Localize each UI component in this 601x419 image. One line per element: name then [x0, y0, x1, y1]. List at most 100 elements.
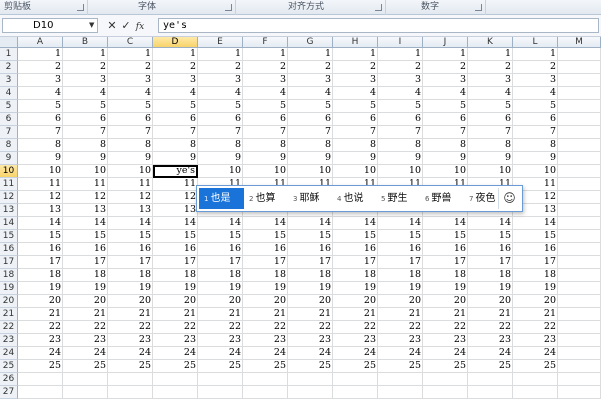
- cell-d17[interactable]: 17: [153, 256, 198, 269]
- cell-h17[interactable]: 17: [333, 256, 378, 269]
- cell-e26[interactable]: [198, 373, 243, 386]
- cell-c4[interactable]: 4: [108, 87, 153, 100]
- row-header-10[interactable]: 10: [0, 165, 18, 178]
- ime-candidate-4[interactable]: 4 也说: [332, 188, 376, 209]
- cell-m22[interactable]: [558, 321, 601, 334]
- cell-g4[interactable]: 4: [288, 87, 333, 100]
- cell-b9[interactable]: 9: [63, 152, 108, 165]
- row-header-26[interactable]: 26: [0, 373, 18, 386]
- cell-d2[interactable]: 2: [153, 61, 198, 74]
- cell-g18[interactable]: 18: [288, 269, 333, 282]
- cell-a4[interactable]: 4: [18, 87, 63, 100]
- cell-i4[interactable]: 4: [378, 87, 423, 100]
- cell-k18[interactable]: 18: [468, 269, 513, 282]
- cell-g25[interactable]: 25: [288, 360, 333, 373]
- row-header-6[interactable]: 6: [0, 113, 18, 126]
- cell-i23[interactable]: 23: [378, 334, 423, 347]
- cell-f16[interactable]: 16: [243, 243, 288, 256]
- dialog-launcher-icon[interactable]: [77, 4, 84, 11]
- cell-b3[interactable]: 3: [63, 74, 108, 87]
- row-header-25[interactable]: 25: [0, 360, 18, 373]
- cell-m19[interactable]: [558, 282, 601, 295]
- cell-f8[interactable]: 8: [243, 139, 288, 152]
- row-header-1[interactable]: 1: [0, 48, 18, 61]
- cell-m14[interactable]: [558, 217, 601, 230]
- ime-candidate-7[interactable]: 7 夜色: [464, 188, 498, 209]
- cell-e9[interactable]: 9: [198, 152, 243, 165]
- cell-h26[interactable]: [333, 373, 378, 386]
- cell-m11[interactable]: [558, 178, 601, 191]
- cell-h4[interactable]: 4: [333, 87, 378, 100]
- cell-c27[interactable]: [108, 386, 153, 399]
- cell-f5[interactable]: 5: [243, 100, 288, 113]
- cell-f4[interactable]: 4: [243, 87, 288, 100]
- cell-i14[interactable]: 14: [378, 217, 423, 230]
- cell-l27[interactable]: [513, 386, 558, 399]
- cell-i9[interactable]: 9: [378, 152, 423, 165]
- cell-e5[interactable]: 5: [198, 100, 243, 113]
- cell-b5[interactable]: 5: [63, 100, 108, 113]
- cell-f24[interactable]: 24: [243, 347, 288, 360]
- cell-l2[interactable]: 2: [513, 61, 558, 74]
- cell-f10[interactable]: 10: [243, 165, 288, 178]
- cell-l14[interactable]: 14: [513, 217, 558, 230]
- fx-icon[interactable]: fx: [133, 19, 147, 35]
- cell-b24[interactable]: 24: [63, 347, 108, 360]
- cell-g14[interactable]: 14: [288, 217, 333, 230]
- cell-g9[interactable]: 9: [288, 152, 333, 165]
- row-header-3[interactable]: 3: [0, 74, 18, 87]
- cell-l5[interactable]: 5: [513, 100, 558, 113]
- cell-j20[interactable]: 20: [423, 295, 468, 308]
- cell-c1[interactable]: 1: [108, 48, 153, 61]
- cell-m9[interactable]: [558, 152, 601, 165]
- cell-c13[interactable]: 13: [108, 204, 153, 217]
- cell-d19[interactable]: 19: [153, 282, 198, 295]
- cell-a17[interactable]: 17: [18, 256, 63, 269]
- cell-b6[interactable]: 6: [63, 113, 108, 126]
- cell-g26[interactable]: [288, 373, 333, 386]
- cell-d23[interactable]: 23: [153, 334, 198, 347]
- cell-k17[interactable]: 17: [468, 256, 513, 269]
- cell-i15[interactable]: 15: [378, 230, 423, 243]
- row-header-27[interactable]: 27: [0, 386, 18, 399]
- cell-b15[interactable]: 15: [63, 230, 108, 243]
- cell-d7[interactable]: 7: [153, 126, 198, 139]
- cell-g6[interactable]: 6: [288, 113, 333, 126]
- cell-e4[interactable]: 4: [198, 87, 243, 100]
- cell-f20[interactable]: 20: [243, 295, 288, 308]
- cell-d18[interactable]: 18: [153, 269, 198, 282]
- cell-e6[interactable]: 6: [198, 113, 243, 126]
- cell-k26[interactable]: [468, 373, 513, 386]
- row-header-16[interactable]: 16: [0, 243, 18, 256]
- row-header-12[interactable]: 12: [0, 191, 18, 204]
- cell-c15[interactable]: 15: [108, 230, 153, 243]
- cell-m8[interactable]: [558, 139, 601, 152]
- cell-j26[interactable]: [423, 373, 468, 386]
- ime-candidate-5[interactable]: 5 野生: [376, 188, 420, 209]
- row-header-20[interactable]: 20: [0, 295, 18, 308]
- cell-i17[interactable]: 17: [378, 256, 423, 269]
- cell-l7[interactable]: 7: [513, 126, 558, 139]
- cell-k6[interactable]: 6: [468, 113, 513, 126]
- cell-c12[interactable]: 12: [108, 191, 153, 204]
- column-header-k[interactable]: K: [468, 37, 513, 48]
- cell-h10[interactable]: 10: [333, 165, 378, 178]
- cell-c17[interactable]: 17: [108, 256, 153, 269]
- cell-d22[interactable]: 22: [153, 321, 198, 334]
- cell-k25[interactable]: 25: [468, 360, 513, 373]
- column-header-f[interactable]: F: [243, 37, 288, 48]
- cell-e7[interactable]: 7: [198, 126, 243, 139]
- cell-g7[interactable]: 7: [288, 126, 333, 139]
- cell-d13[interactable]: 13: [153, 204, 198, 217]
- cell-i3[interactable]: 3: [378, 74, 423, 87]
- cell-j3[interactable]: 3: [423, 74, 468, 87]
- column-header-e[interactable]: E: [198, 37, 243, 48]
- cell-l16[interactable]: 16: [513, 243, 558, 256]
- cell-h16[interactable]: 16: [333, 243, 378, 256]
- cell-g15[interactable]: 15: [288, 230, 333, 243]
- cell-d1[interactable]: 1: [153, 48, 198, 61]
- row-header-19[interactable]: 19: [0, 282, 18, 295]
- cell-a16[interactable]: 16: [18, 243, 63, 256]
- cell-b17[interactable]: 17: [63, 256, 108, 269]
- row-header-24[interactable]: 24: [0, 347, 18, 360]
